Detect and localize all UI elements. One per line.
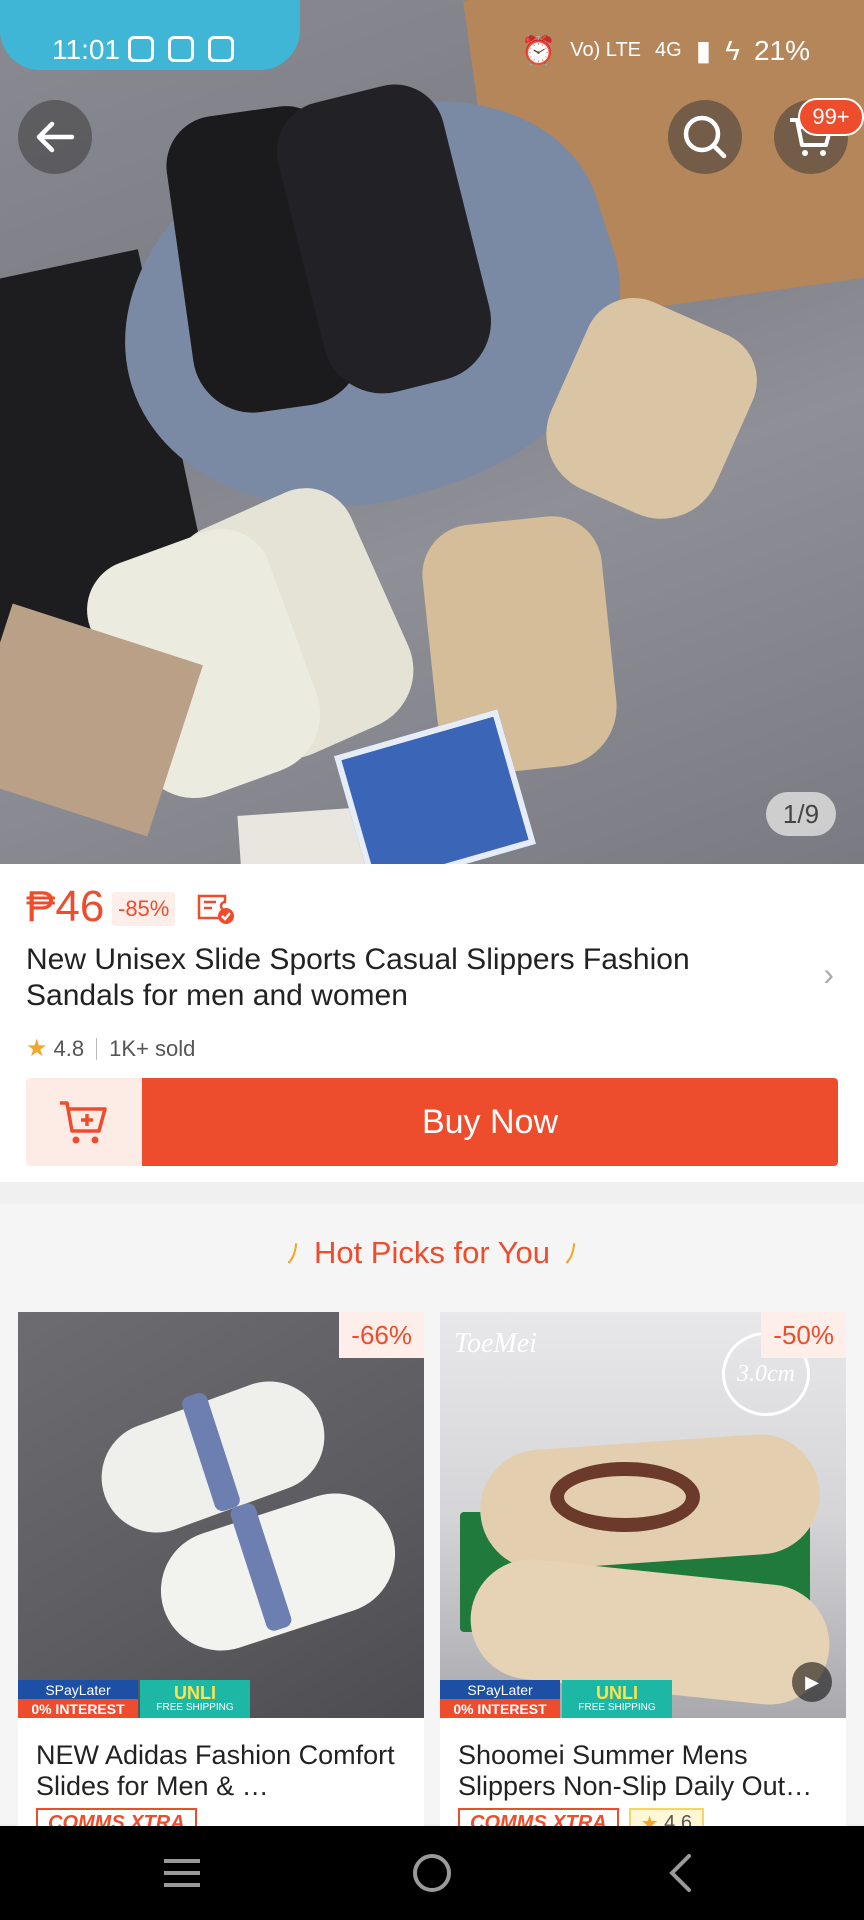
recent-apps-button[interactable] [152,1848,212,1898]
sparkle-icon: ﾉ [285,1238,300,1269]
product-price: ₱46 [26,882,105,931]
hot-picks-header: ﾉ Hot Picks for You ﾉ [0,1232,864,1272]
image-counter: 1/9 [766,792,836,836]
product-rating-row: ★ 4.8 1K+ sold [26,1034,195,1063]
chevron-right-icon[interactable]: › [823,956,834,993]
notification-icon [128,36,154,62]
star-icon: ★ [26,1035,48,1062]
play-video-icon[interactable]: ▶ [792,1662,832,1702]
system-nav-bar [0,1826,864,1920]
product-card-title: NEW Adidas Fashion Comfort Slides for Me… [36,1740,395,1801]
back-button[interactable] [18,100,92,174]
spaylater-banner: SPayLater 0% INTEREST UNLI FREE SHIPPING [440,1680,672,1718]
hot-picks-section: ﾉ Hot Picks for You ﾉ SPayLater 0% INTERES… [0,1204,864,1832]
product-card-image: ToeMei 3.0cm SPayLater 0% INTEREST UNLI F… [440,1312,846,1718]
product-card-discount: -66% [339,1312,424,1358]
product-page: 11:01 ⏰ Vo) LTE 4G ▮ ϟ 21% 99+ 1/9 ₱46 -… [0,0,864,1920]
add-to-cart-icon [60,1101,107,1144]
home-circle-icon [413,1854,451,1892]
notification-icon [208,36,234,62]
status-time: 11:01 [52,34,120,65]
product-card[interactable]: ToeMei 3.0cm SPayLater 0% INTEREST UNLI F… [440,1312,846,1832]
brand-watermark: ToeMei [454,1328,537,1359]
product-card[interactable]: SPayLater 0% INTEREST UNLI FREE SHIPPING … [18,1312,424,1832]
signal-icon: ▮ [695,35,712,66]
spaylater-banner: SPayLater 0% INTEREST UNLI FREE SHIPPING [18,1680,250,1718]
volte-label: Vo) LTE [570,39,642,61]
rating-value: 4.8 [53,1035,85,1061]
battery-level: 21% [753,34,810,66]
network-label: 4G [655,39,682,61]
battery-icon: ϟ [725,34,740,66]
discount-badge: -85% [112,892,176,926]
sold-count: 1K+ sold [109,1035,196,1061]
status-bar: 11:01 ⏰ Vo) LTE 4G ▮ ϟ 21% [0,22,864,78]
sparkle-icon: ﾉ [564,1238,579,1269]
menu-icon [164,1859,200,1887]
search-button[interactable] [668,100,742,174]
home-button[interactable] [402,1848,462,1898]
alarm-icon: ⏰ [521,35,557,66]
product-card-title: Shoomei Summer Mens Slippers Non-Slip Da… [458,1740,813,1801]
hot-picks-title: Hot Picks for You [313,1235,551,1270]
product-info: ₱46 -85% New Unisex Slide Sports Casual … [0,864,864,1182]
search-icon [683,115,727,159]
product-title[interactable]: New Unisex Slide Sports Casual Slippers … [26,942,786,1014]
cart-count-badge: 99+ [798,98,864,136]
product-card-image: SPayLater 0% INTEREST UNLI FREE SHIPPING [18,1312,424,1718]
arrow-left-icon [36,121,75,153]
buy-now-button[interactable]: Buy Now [142,1078,838,1166]
add-to-cart-button[interactable] [26,1078,142,1166]
chevron-left-icon [669,1854,691,1892]
notification-icon [168,36,194,62]
product-card-discount: -50% [761,1312,846,1358]
voucher-icon[interactable] [196,890,236,926]
system-back-button[interactable] [650,1848,710,1898]
